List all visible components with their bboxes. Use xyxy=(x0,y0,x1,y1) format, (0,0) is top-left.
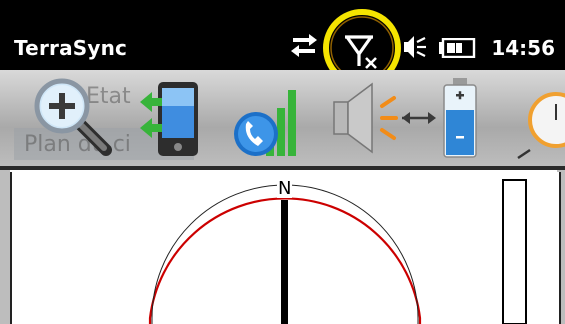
north-needle xyxy=(281,200,288,324)
compass-dial xyxy=(148,179,527,324)
north-label: N xyxy=(277,178,293,199)
scale-bar xyxy=(502,179,527,324)
